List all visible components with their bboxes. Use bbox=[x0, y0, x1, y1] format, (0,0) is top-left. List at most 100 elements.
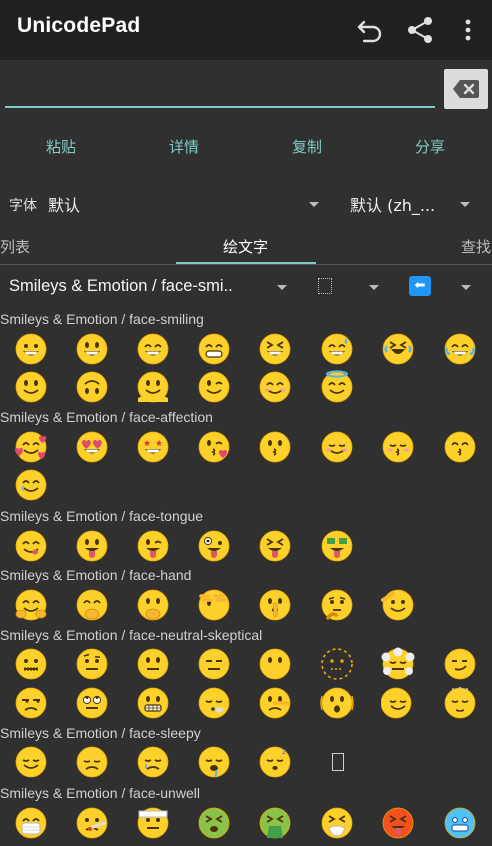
lying-emoji-icon[interactable] bbox=[258, 686, 292, 720]
peeking-eye-emoji-icon[interactable] bbox=[197, 588, 231, 622]
modifier-select[interactable] bbox=[318, 278, 332, 294]
font-select[interactable]: 默认 bbox=[48, 192, 80, 216]
squinting-emoji-icon[interactable] bbox=[258, 332, 292, 366]
open-eyes-hand-emoji-icon[interactable] bbox=[136, 588, 170, 622]
text-input[interactable] bbox=[5, 68, 435, 108]
kissing-smiling-eyes-emoji-icon[interactable] bbox=[443, 430, 477, 464]
paste-button[interactable]: 粘贴 bbox=[21, 136, 101, 160]
vomiting-emoji-icon[interactable] bbox=[258, 806, 292, 840]
neutral-emoji-icon[interactable] bbox=[136, 647, 170, 681]
yum-emoji-icon[interactable] bbox=[14, 529, 48, 563]
unamused-emoji-icon[interactable] bbox=[14, 686, 48, 720]
thermometer-emoji-icon[interactable] bbox=[75, 806, 109, 840]
tab-search[interactable]: 查找 bbox=[461, 236, 491, 257]
eye-roll-emoji-icon[interactable] bbox=[75, 686, 109, 720]
grinning-big-eyes-emoji-icon[interactable] bbox=[75, 332, 109, 366]
sweat-smile-emoji-icon[interactable] bbox=[320, 332, 354, 366]
star-struck-emoji-icon[interactable] bbox=[136, 430, 170, 464]
blowing-kiss-emoji-icon[interactable] bbox=[197, 430, 231, 464]
section-label: Smileys & Emotion / face-neutral-skeptic… bbox=[0, 627, 263, 643]
halo-emoji-icon[interactable] bbox=[320, 370, 354, 404]
details-button[interactable]: 详情 bbox=[144, 136, 224, 160]
smiling-tear-emoji-icon[interactable] bbox=[14, 468, 48, 502]
tongue-emoji-icon[interactable] bbox=[75, 529, 109, 563]
share-button[interactable]: 分享 bbox=[390, 136, 470, 160]
category-select[interactable]: Smileys & Emotion / face-smi.. bbox=[9, 277, 233, 296]
mask-emoji-icon[interactable] bbox=[14, 806, 48, 840]
svg-text:z: z bbox=[282, 747, 286, 756]
chevron-down-icon[interactable] bbox=[277, 285, 287, 290]
expressionless-emoji-icon[interactable] bbox=[197, 647, 231, 681]
beaming-emoji-icon[interactable] bbox=[197, 332, 231, 366]
share-icon[interactable] bbox=[402, 12, 438, 48]
nauseated-emoji-icon[interactable] bbox=[197, 806, 231, 840]
money-mouth-emoji-icon[interactable] bbox=[320, 529, 354, 563]
more-vert-icon[interactable] bbox=[450, 12, 486, 48]
winking-tongue-emoji-icon[interactable] bbox=[136, 529, 170, 563]
hot-emoji-icon[interactable] bbox=[381, 806, 415, 840]
section-label: Smileys & Emotion / face-unwell bbox=[0, 785, 200, 801]
tabs-divider bbox=[0, 264, 492, 265]
shushing-emoji-icon[interactable] bbox=[258, 588, 292, 622]
raised-eyebrow-emoji-icon[interactable] bbox=[75, 647, 109, 681]
nodding-emoji-icon[interactable] bbox=[443, 686, 477, 720]
smiling-eyes-emoji-icon[interactable] bbox=[258, 370, 292, 404]
smirking-emoji-icon[interactable] bbox=[443, 647, 477, 681]
undo-icon[interactable] bbox=[352, 12, 388, 48]
squinting-tongue-emoji-icon[interactable] bbox=[258, 529, 292, 563]
sleepy-emoji-icon[interactable] bbox=[136, 745, 170, 779]
cold-emoji-icon[interactable] bbox=[443, 806, 477, 840]
grimacing-emoji-icon[interactable] bbox=[136, 686, 170, 720]
app-title: UnicodePad bbox=[17, 14, 141, 37]
section-label: Smileys & Emotion / face-hand bbox=[0, 567, 192, 583]
copy-button[interactable]: 复制 bbox=[267, 136, 347, 160]
grinning-emoji-icon[interactable] bbox=[14, 332, 48, 366]
upside-down-emoji-icon[interactable] bbox=[75, 370, 109, 404]
hand-over-mouth-emoji-icon[interactable] bbox=[75, 588, 109, 622]
winking-emoji-icon[interactable] bbox=[197, 370, 231, 404]
heart-eyes-emoji-icon[interactable] bbox=[75, 430, 109, 464]
exhaling-emoji-icon[interactable] bbox=[197, 686, 231, 720]
tears-of-joy-emoji-icon[interactable] bbox=[443, 332, 477, 366]
tab-list[interactable]: 列表 bbox=[0, 236, 30, 257]
bandage-emoji-icon[interactable] bbox=[136, 806, 170, 840]
sleeping-emoji-icon[interactable]: z bbox=[258, 745, 292, 779]
tab-emoji[interactable]: 绘文字 bbox=[223, 236, 268, 257]
sneezing-emoji-icon[interactable] bbox=[320, 806, 354, 840]
grinning-smiling-eyes-emoji-icon[interactable] bbox=[136, 332, 170, 366]
section-label: Smileys & Emotion / face-tongue bbox=[0, 508, 204, 524]
zany-emoji-icon[interactable] bbox=[197, 529, 231, 563]
chevron-down-icon[interactable] bbox=[460, 202, 470, 207]
hearts-emoji-icon[interactable] bbox=[14, 430, 48, 464]
font-label: 字体 bbox=[9, 198, 37, 214]
left-arrow-icon[interactable]: ⬅ bbox=[409, 276, 431, 296]
thinking-emoji-icon[interactable] bbox=[320, 588, 354, 622]
relaxed-emoji-icon[interactable] bbox=[320, 430, 354, 464]
melting-emoji-icon[interactable] bbox=[136, 370, 170, 404]
kissing-closed-eyes-emoji-icon[interactable] bbox=[381, 430, 415, 464]
section-label: Smileys & Emotion / face-affection bbox=[0, 409, 213, 425]
backspace-icon bbox=[453, 80, 479, 98]
hugging-emoji-icon[interactable] bbox=[14, 588, 48, 622]
missing-glyph-icon[interactable] bbox=[332, 753, 344, 771]
zipper-mouth-emoji-icon[interactable] bbox=[14, 647, 48, 681]
locale-select[interactable]: 默认 (zh_... bbox=[350, 192, 435, 216]
slight-smile-emoji-icon[interactable] bbox=[14, 370, 48, 404]
section-label: Smileys & Emotion / face-smiling bbox=[0, 311, 204, 327]
chevron-down-icon[interactable] bbox=[369, 285, 379, 290]
backspace-button[interactable] bbox=[444, 69, 488, 109]
rofl-emoji-icon[interactable] bbox=[381, 332, 415, 366]
chevron-down-icon[interactable] bbox=[309, 202, 319, 207]
head-shaking-emoji-icon[interactable] bbox=[381, 686, 415, 720]
kissing-emoji-icon[interactable] bbox=[258, 430, 292, 464]
pensive-emoji-icon[interactable] bbox=[75, 745, 109, 779]
section-label: Smileys & Emotion / face-sleepy bbox=[0, 725, 201, 741]
face-in-clouds-emoji-icon[interactable] bbox=[381, 647, 415, 681]
drooling-emoji-icon[interactable] bbox=[197, 745, 231, 779]
no-mouth-emoji-icon[interactable] bbox=[258, 647, 292, 681]
relieved-emoji-icon[interactable] bbox=[14, 745, 48, 779]
shaking-emoji-icon[interactable] bbox=[320, 686, 354, 720]
saluting-emoji-icon[interactable] bbox=[381, 588, 415, 622]
dotted-line-emoji-icon[interactable] bbox=[320, 647, 354, 681]
chevron-down-icon[interactable] bbox=[461, 285, 471, 290]
